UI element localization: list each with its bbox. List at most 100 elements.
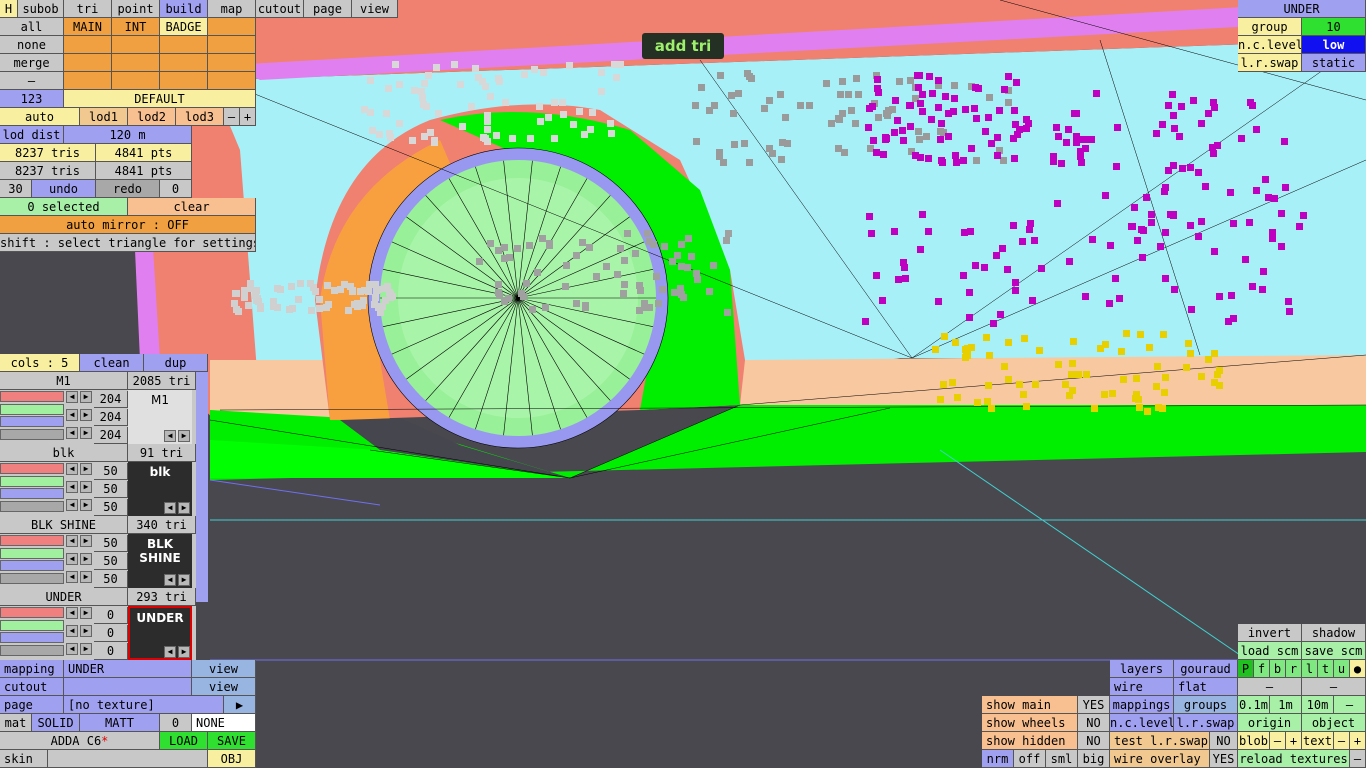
number-field[interactable]: 123 (0, 90, 64, 108)
cat-slot[interactable] (64, 36, 112, 54)
dash-left-button[interactable]: – (1238, 678, 1302, 696)
load-scm-button[interactable]: load scm (1238, 642, 1302, 660)
preview-prev-icon[interactable]: ◀ (164, 574, 176, 586)
reload-textures-button[interactable]: reload textures (1238, 750, 1350, 768)
step-0.1m[interactable]: 0.1m (1238, 696, 1270, 714)
color-value[interactable]: 204 (94, 391, 128, 408)
cat-slot[interactable] (208, 54, 256, 72)
color-slider[interactable] (0, 488, 64, 499)
color-value[interactable]: 0 (94, 643, 128, 660)
show-wheels-value[interactable]: NO (1078, 714, 1110, 732)
nrm-button[interactable]: nrm (982, 750, 1014, 768)
preview-prev-icon[interactable]: ◀ (164, 502, 176, 514)
off-button[interactable]: off (1014, 750, 1046, 768)
page-value[interactable]: [no texture] (64, 696, 224, 714)
decrease-arrow-icon[interactable]: ◀ (66, 391, 78, 403)
increase-arrow-icon[interactable]: ▶ (80, 427, 92, 439)
lod-minus-button[interactable]: – (224, 108, 240, 126)
clean-button[interactable]: clean (80, 354, 144, 372)
decrease-arrow-icon[interactable]: ◀ (66, 481, 78, 493)
blob-button[interactable]: blob (1238, 732, 1270, 750)
cat-slot[interactable] (208, 36, 256, 54)
increase-arrow-icon[interactable]: ▶ (80, 625, 92, 637)
tab-map[interactable]: map (208, 0, 256, 18)
color-value[interactable]: 204 (94, 427, 128, 444)
preview-prev-icon[interactable]: ◀ (164, 646, 176, 658)
increase-arrow-icon[interactable]: ▶ (80, 499, 92, 511)
mat-number[interactable]: 0 (160, 714, 192, 732)
page-next-icon[interactable]: ▶ (224, 696, 256, 714)
lod-plus-button[interactable]: + (240, 108, 256, 126)
tab-point[interactable]: point (112, 0, 160, 18)
cols-button[interactable]: cols : 5 (0, 354, 80, 372)
color-value[interactable]: 50 (94, 553, 128, 570)
solid-button[interactable]: SOLID (32, 714, 80, 732)
render-flag-f[interactable]: f (1254, 660, 1270, 678)
cat-slot[interactable] (112, 54, 160, 72)
object-button[interactable]: object (1302, 714, 1366, 732)
increase-arrow-icon[interactable]: ▶ (80, 643, 92, 655)
select-all-button[interactable]: all (0, 18, 64, 36)
cat-slot[interactable] (208, 18, 256, 36)
lod2-button[interactable]: lod2 (128, 108, 176, 126)
cat-slot[interactable] (160, 72, 208, 90)
save-scm-button[interactable]: save scm (1302, 642, 1366, 660)
cat-main[interactable]: MAIN (64, 18, 112, 36)
layers-button[interactable]: layers (1110, 660, 1174, 678)
color-slider[interactable] (0, 560, 64, 571)
decrease-arrow-icon[interactable]: ◀ (66, 643, 78, 655)
color-slider[interactable] (0, 428, 64, 440)
preview-next-icon[interactable]: ▶ (178, 574, 190, 586)
lod1-button[interactable]: lod1 (80, 108, 128, 126)
material-name[interactable]: BLK SHINE (0, 516, 128, 534)
cat-slot[interactable] (64, 54, 112, 72)
color-slider[interactable] (0, 403, 64, 415)
show-wheels-button[interactable]: show wheels (982, 714, 1078, 732)
color-slider[interactable] (0, 463, 64, 474)
lrswap-value[interactable]: static (1302, 54, 1366, 72)
sml-button[interactable]: sml (1046, 750, 1078, 768)
default-button[interactable]: DEFAULT (64, 90, 256, 108)
color-value[interactable]: 0 (94, 607, 128, 624)
help-button[interactable]: H (0, 0, 18, 18)
decrease-arrow-icon[interactable]: ◀ (66, 607, 78, 619)
undo-button[interactable]: undo (32, 180, 96, 198)
dup-button[interactable]: dup (144, 354, 208, 372)
gouraud-button[interactable]: gouraud (1174, 660, 1238, 678)
flat-button[interactable]: flat (1174, 678, 1238, 696)
decrease-arrow-icon[interactable]: ◀ (66, 409, 78, 421)
decrease-arrow-icon[interactable]: ◀ (66, 625, 78, 637)
cat-slot[interactable] (208, 72, 256, 90)
blob-plus[interactable]: + (1286, 732, 1302, 750)
preview-prev-icon[interactable]: ◀ (164, 430, 176, 442)
preview-next-icon[interactable]: ▶ (178, 646, 190, 658)
cat-slot[interactable] (64, 72, 112, 90)
color-value[interactable]: 50 (94, 463, 128, 480)
color-value[interactable]: 50 (94, 571, 128, 588)
test-lrswap-button[interactable]: test l.r.swap (1110, 732, 1210, 750)
increase-arrow-icon[interactable]: ▶ (80, 535, 92, 547)
color-slider[interactable] (0, 500, 64, 512)
materials-scrollbar[interactable] (196, 372, 208, 602)
color-value[interactable]: 50 (94, 499, 128, 516)
render-flag-u[interactable]: u (1334, 660, 1350, 678)
lrswap-button[interactable]: l.r.swap (1174, 714, 1238, 732)
nclevel-value[interactable]: low (1302, 36, 1366, 54)
render-flag-l[interactable]: l (1302, 660, 1318, 678)
color-value[interactable]: 204 (94, 409, 128, 426)
step-dash[interactable]: – (1334, 696, 1366, 714)
load-button[interactable]: LOAD (160, 732, 208, 750)
blob-minus[interactable]: – (1270, 732, 1286, 750)
cat-badge[interactable]: BADGE (160, 18, 208, 36)
preview-next-icon[interactable]: ▶ (178, 430, 190, 442)
show-hidden-value[interactable]: NO (1078, 732, 1110, 750)
nclevel-button[interactable]: n.c.level (1110, 714, 1174, 732)
mappings-button[interactable]: mappings (1110, 696, 1174, 714)
color-value[interactable]: 0 (94, 625, 128, 642)
redo-button[interactable]: redo (96, 180, 160, 198)
wire-button[interactable]: wire (1110, 678, 1174, 696)
render-flag-t[interactable]: t (1318, 660, 1334, 678)
decrease-arrow-icon[interactable]: ◀ (66, 571, 78, 583)
select-none-button[interactable]: none (0, 36, 64, 54)
test-lrswap-value[interactable]: NO (1210, 732, 1238, 750)
